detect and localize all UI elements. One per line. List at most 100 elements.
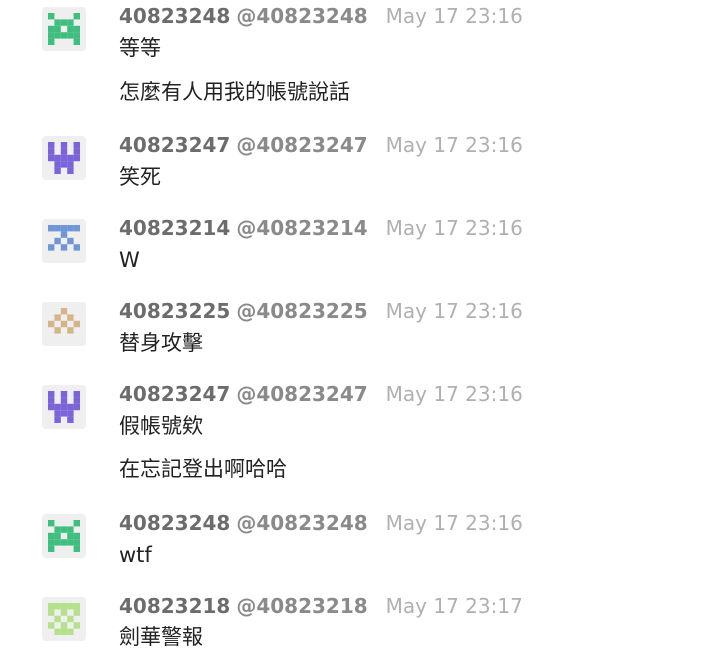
avatar-pixel [60, 154, 68, 162]
avatar-pixel [67, 628, 74, 635]
avatar-pixel [73, 397, 80, 404]
message-text: 怎麼有人用我的帳號說話 [119, 80, 350, 104]
user-handle[interactable]: @40823247 [236, 133, 367, 157]
avatar-image [48, 603, 80, 635]
avatar-pixel [67, 403, 74, 411]
avatar-green-invader[interactable] [42, 514, 86, 558]
avatar-pixel [67, 327, 74, 334]
message-header: 40823218 @40823218 May 17 23:17 [119, 590, 523, 622]
avatar-pixel [48, 38, 55, 45]
user-handle[interactable]: @40823248 [236, 4, 367, 28]
avatar-pixel [67, 539, 74, 546]
timestamp[interactable]: May 17 23:16 [386, 4, 523, 28]
avatar-pixel [60, 225, 68, 232]
avatar-pixel [60, 32, 68, 39]
avatar-pixel [67, 19, 74, 26]
message-header: 40823247 @40823247 May 17 23:16 [119, 129, 523, 161]
avatar-pixel [60, 161, 68, 168]
avatar-pixel [54, 628, 61, 635]
user-handle[interactable]: @40823218 [236, 594, 367, 618]
avatar-pixel [60, 19, 68, 26]
message-item: 40823248 @40823248 May 17 23:16 等等 怎麼有人用我的… [0, 0, 714, 120]
avatar-image [48, 13, 80, 45]
avatar-pixel [73, 520, 80, 527]
username[interactable]: 40823248 [119, 511, 230, 535]
avatar-pixel [54, 154, 61, 162]
timestamp[interactable]: May 17 23:16 [386, 299, 523, 323]
avatar-pixel [73, 142, 80, 149]
message-text: 等等 [119, 36, 161, 60]
username[interactable]: 40823214 [119, 216, 230, 240]
avatar-pixel [60, 308, 68, 315]
user-handle[interactable]: @40823248 [236, 511, 367, 535]
avatar-pixel [48, 25, 55, 33]
avatar-pixel [67, 532, 74, 540]
timestamp[interactable]: May 17 23:17 [386, 594, 523, 618]
avatar-pixel [67, 25, 74, 33]
avatar-pixel [67, 167, 74, 174]
timestamp[interactable]: May 17 23:16 [386, 133, 523, 157]
avatar-pixel [73, 25, 80, 33]
message-text: 替身攻擊 [119, 331, 203, 355]
timestamp[interactable]: May 17 23:16 [386, 216, 523, 240]
avatar-pixel [48, 244, 55, 251]
avatar-pixel [67, 416, 74, 423]
avatar-pixel [60, 526, 68, 533]
user-handle[interactable]: @40823225 [236, 299, 367, 323]
avatar-green-invader[interactable] [42, 7, 86, 51]
message-item: 40823247 @40823247 May 17 23:16 假帳號欸 在忘記登出… [0, 378, 714, 498]
avatar-pixel [73, 391, 80, 398]
avatar-pixel [67, 526, 74, 533]
avatar-pixel [60, 244, 68, 251]
avatar-image [48, 520, 80, 552]
avatar-pixel [48, 154, 55, 162]
avatar-purple-castle[interactable] [42, 136, 86, 180]
username[interactable]: 40823225 [119, 299, 230, 323]
avatar-pixel [67, 154, 74, 162]
user-handle[interactable]: @40823214 [236, 216, 367, 240]
avatar-pixel [73, 225, 80, 232]
avatar-pixel [48, 32, 55, 39]
avatar-pixel [60, 628, 68, 635]
avatar-pixel [54, 539, 61, 546]
avatar-blue-table[interactable] [42, 219, 86, 263]
username[interactable]: 40823218 [119, 594, 230, 618]
avatar-pixel [54, 403, 61, 411]
avatar-pixel [60, 320, 68, 328]
avatar-lightgreen-checker[interactable] [42, 597, 86, 641]
username[interactable]: 40823247 [119, 133, 230, 157]
message-text: 笑死 [119, 165, 161, 189]
message-header: 40823247 @40823247 May 17 23:16 [119, 378, 523, 410]
avatar-pixel [60, 603, 68, 610]
avatar-pixel [54, 416, 61, 423]
avatar-pixel [60, 410, 68, 417]
username[interactable]: 40823247 [119, 382, 230, 406]
avatar-pixel [48, 148, 55, 155]
avatar-pixel [60, 397, 68, 404]
avatar-pixel [67, 32, 74, 39]
timestamp[interactable]: May 17 23:16 [386, 382, 523, 406]
avatar-pixel [67, 314, 74, 321]
avatar-pixel [60, 231, 68, 238]
avatar-tan-diamond[interactable] [42, 302, 86, 346]
timestamp[interactable]: May 17 23:16 [386, 511, 523, 535]
message-item: 40823247 @40823247 May 17 23:16 笑死 [0, 129, 714, 199]
user-handle[interactable]: @40823247 [236, 382, 367, 406]
avatar-image [48, 142, 80, 174]
avatar-pixel [73, 403, 80, 411]
message-header: 40823225 @40823225 May 17 23:16 [119, 295, 523, 327]
avatar-pixel [54, 19, 61, 26]
avatar-purple-castle[interactable] [42, 385, 86, 429]
avatar-pixel [67, 237, 74, 245]
message-feed: 40823248 @40823248 May 17 23:16 等等 怎麼有人用我的… [0, 0, 714, 657]
message-text: W [119, 248, 140, 272]
avatar-pixel [73, 244, 80, 251]
avatar-pixel [54, 526, 61, 533]
message-item: 40823225 @40823225 May 17 23:16 替身攻擊 [0, 295, 714, 365]
avatar-pixel [54, 32, 61, 39]
username[interactable]: 40823248 [119, 4, 230, 28]
avatar-pixel [48, 320, 55, 328]
message-text: 假帳號欸 [119, 414, 203, 438]
message-item: 40823214 @40823214 May 17 23:16 W [0, 212, 714, 282]
avatar-pixel [54, 25, 61, 33]
